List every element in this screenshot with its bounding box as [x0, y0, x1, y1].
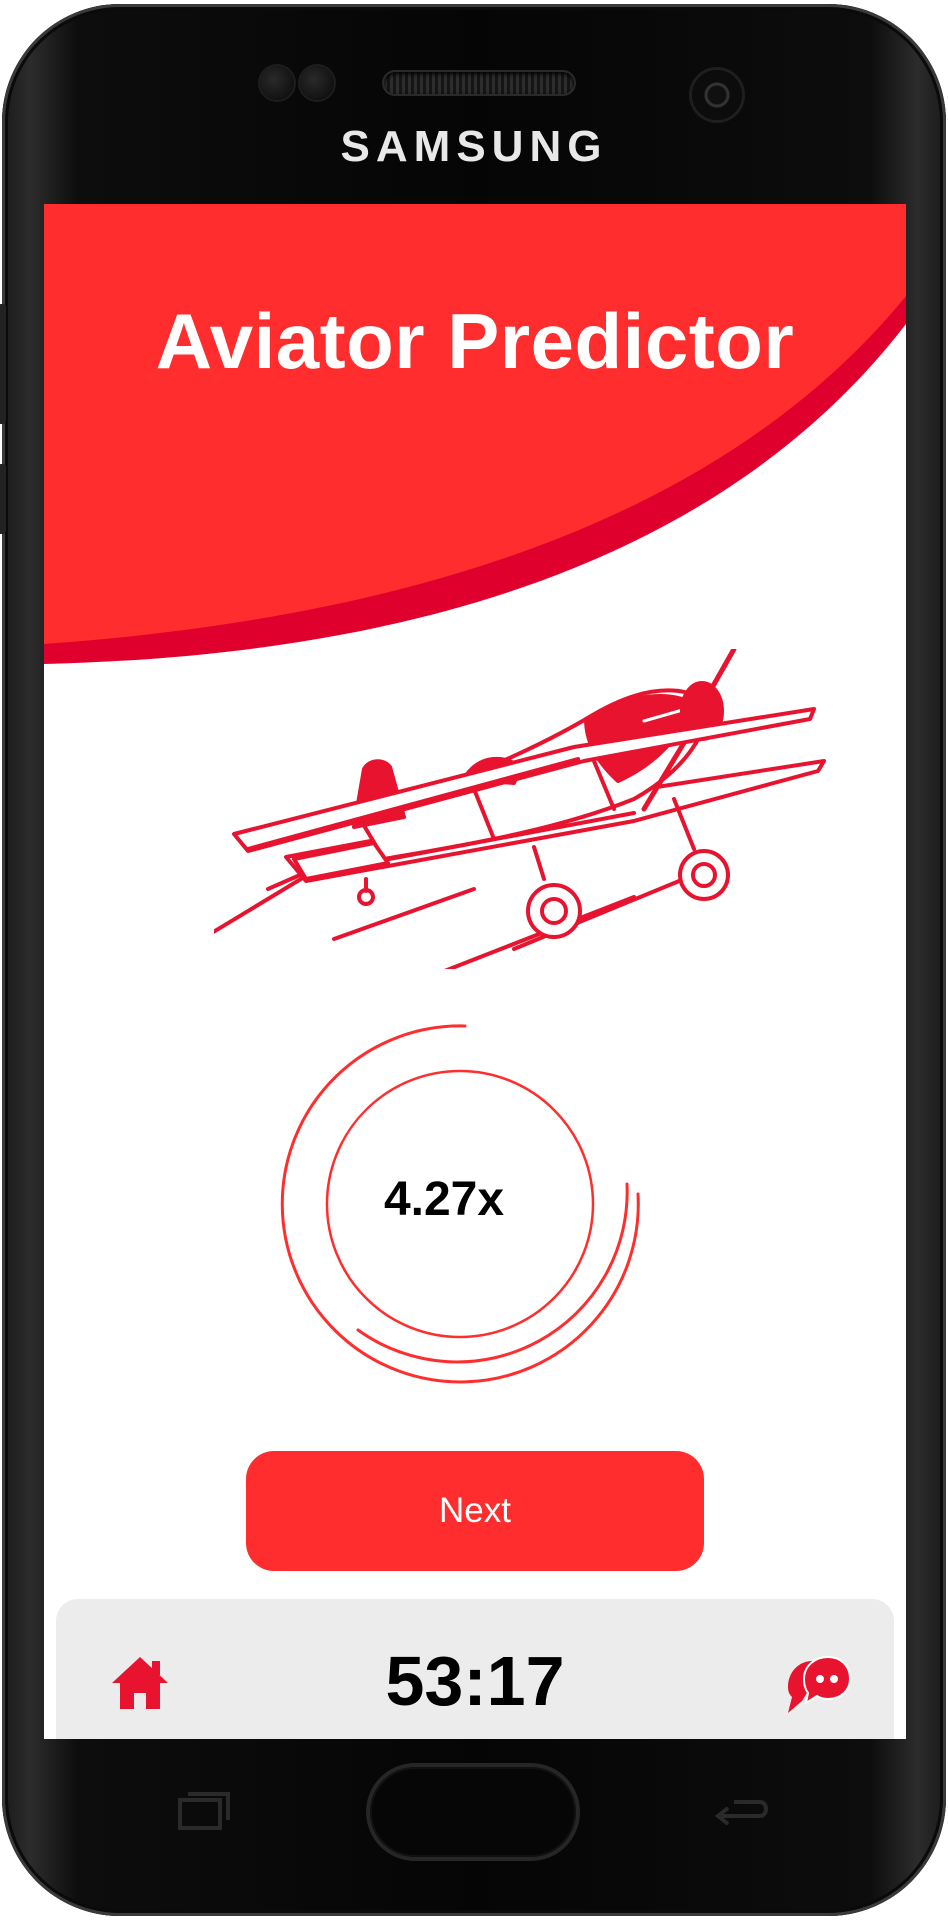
chat-icon[interactable] [782, 1651, 852, 1717]
next-button[interactable]: Next [246, 1451, 704, 1571]
multiplier-value: 4.27x [383, 1173, 505, 1226]
recents-key-icon[interactable] [174, 1786, 234, 1836]
front-camera [692, 70, 742, 120]
bottom-bar: 53:17 [56, 1599, 894, 1739]
phone-frame: SAMSUNG Aviator Predictor 4.27x Next 53:… [0, 4, 946, 1916]
volume-button [0, 304, 6, 424]
header-banner [44, 204, 906, 664]
back-key-icon[interactable] [714, 1788, 774, 1834]
home-key[interactable] [370, 1767, 576, 1857]
earpiece-speaker [384, 72, 574, 94]
countdown-timer: 53:17 [385, 1642, 565, 1720]
brand-logo: SAMSUNG [340, 122, 608, 171]
app-title: Aviator Predictor [155, 297, 795, 385]
bixby-button [0, 464, 6, 534]
light-sensor [300, 66, 334, 100]
airplane-illustration [214, 649, 826, 969]
proximity-sensor [260, 66, 294, 100]
app-screen: Aviator Predictor 4.27x Next 53:17 [44, 204, 906, 1739]
